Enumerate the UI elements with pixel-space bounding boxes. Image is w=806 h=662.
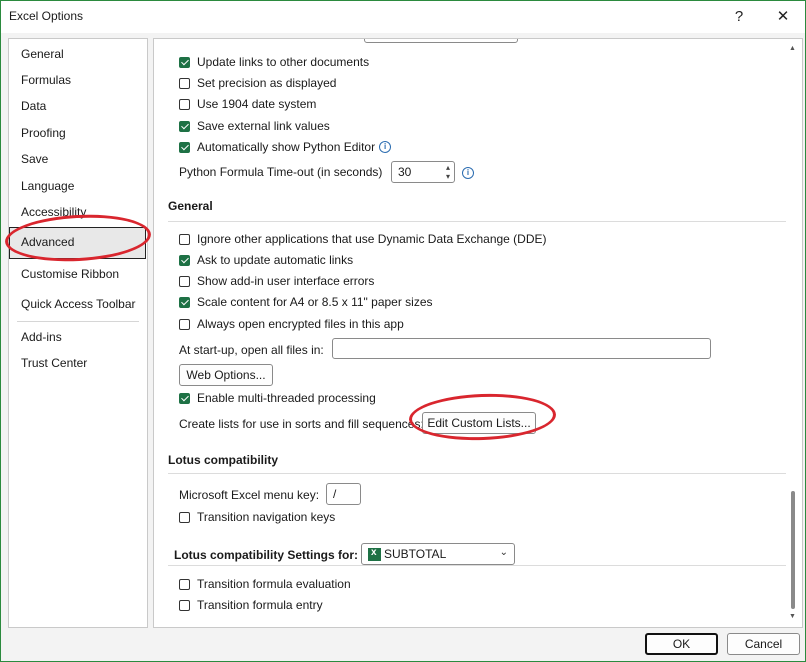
checkbox-scale-content[interactable] [179, 296, 190, 308]
option-1904-date[interactable]: Use 1904 date system [179, 95, 316, 113]
option-encrypted-files[interactable]: Always open encrypted files in this app [179, 315, 404, 333]
section-divider [168, 473, 786, 474]
startup-folder-label: At start-up, open all files in: [179, 343, 324, 357]
checkbox-update-links[interactable] [179, 56, 190, 68]
ok-button[interactable]: OK [645, 633, 718, 655]
menu-key-label: Microsoft Excel menu key: [179, 488, 320, 502]
menu-key-input[interactable]: / [326, 483, 361, 505]
excel-sheet-icon: x [368, 547, 381, 561]
option-label: Transition formula evaluation [197, 577, 351, 591]
options-nav: General Formulas Data Proofing Save Lang… [8, 38, 148, 628]
excel-options-dialog: Excel Options ? ✕ General Formulas Data … [0, 0, 806, 662]
option-label: Automatically show Python Editor [197, 140, 376, 154]
option-label: Ask to update automatic links [197, 253, 354, 267]
option-transition-nav[interactable]: Transition navigation keys [179, 508, 335, 526]
option-addin-errors[interactable]: Show add-in user interface errors [179, 272, 374, 290]
lotus-sheet-value: SUBTOTAL [384, 547, 447, 561]
option-transition-formula-eval[interactable]: Transition formula evaluation [179, 575, 351, 593]
nav-item-trust-center[interactable]: Trust Center [21, 356, 87, 370]
checkbox-encrypted-files[interactable] [179, 318, 190, 330]
option-label: Ignore other applications that use Dynam… [197, 232, 547, 246]
chevron-down-icon[interactable]: ⌄ [500, 547, 508, 558]
option-label: Use 1904 date system [197, 97, 317, 111]
option-label: Transition navigation keys [197, 510, 336, 524]
option-ignore-dde[interactable]: Ignore other applications that use Dynam… [179, 230, 547, 248]
nav-item-language[interactable]: Language [21, 179, 74, 193]
help-icon[interactable]: ? [727, 5, 751, 29]
python-timeout-row: Python Formula Time-out (in seconds) [179, 163, 382, 181]
section-heading-general: General [168, 199, 213, 213]
section-heading-lotus: Lotus compatibility [168, 453, 279, 467]
section-divider [168, 565, 786, 566]
option-update-links[interactable]: Update links to other documents [179, 53, 369, 71]
checkbox-set-precision[interactable] [179, 77, 190, 89]
python-timeout-label: Python Formula Time-out (in seconds) [179, 165, 383, 179]
option-python-editor[interactable]: Automatically show Python Editor i [179, 138, 392, 156]
section-divider [168, 221, 786, 222]
nav-item-formulas[interactable]: Formulas [21, 73, 71, 87]
option-label: Scale content for A4 or 8.5 x 11" paper … [197, 295, 433, 309]
nav-item-proofing[interactable]: Proofing [21, 126, 66, 140]
custom-lists-label: Create lists for use in sorts and fill s… [179, 417, 424, 431]
spinner-arrows-icon[interactable]: ▴ ▾ [446, 163, 450, 181]
option-set-precision[interactable]: Set precision as displayed [179, 74, 336, 92]
cancel-button[interactable]: Cancel [727, 633, 800, 655]
option-save-external-links[interactable]: Save external link values [179, 117, 330, 135]
nav-item-data[interactable]: Data [21, 99, 46, 113]
checkbox-transition-formula-eval[interactable] [179, 578, 190, 590]
option-transition-formula-entry[interactable]: Transition formula entry [179, 596, 323, 614]
advanced-options-panel: Update links to other documents Set prec… [153, 38, 803, 628]
scroll-up-icon[interactable]: ▲ [789, 45, 796, 52]
nav-item-save[interactable]: Save [21, 152, 48, 166]
checkbox-ask-update-links[interactable] [179, 254, 190, 266]
nav-divider [17, 321, 139, 322]
checkbox-addin-errors[interactable] [179, 275, 190, 287]
python-timeout-spinner[interactable]: 30 ▴ ▾ [391, 161, 455, 183]
startup-folder-input[interactable] [332, 338, 711, 359]
checkbox-python-editor[interactable] [179, 141, 190, 153]
checkbox-ignore-dde[interactable] [179, 233, 190, 245]
info-icon[interactable]: i [462, 167, 474, 179]
content-scrollbar[interactable]: ▲ ▼ [786, 39, 800, 625]
scroll-down-icon[interactable]: ▼ [789, 613, 796, 620]
python-timeout-value: 30 [398, 165, 412, 179]
close-icon[interactable]: ✕ [771, 5, 795, 29]
nav-item-quick-access-toolbar[interactable]: Quick Access Toolbar [21, 297, 136, 311]
window-title: Excel Options [9, 9, 84, 23]
option-label: Set precision as displayed [197, 76, 337, 90]
nav-item-general[interactable]: General [21, 47, 64, 61]
section-heading-lotus-settings: Lotus compatibility Settings for: [174, 548, 359, 562]
nav-item-customise-ribbon[interactable]: Customise Ribbon [21, 267, 119, 281]
checkbox-multithread[interactable] [179, 392, 190, 404]
option-ask-update-links[interactable]: Ask to update automatic links [179, 251, 353, 269]
clipped-dropdown-top[interactable] [364, 39, 518, 43]
option-label: Show add-in user interface errors [197, 274, 375, 288]
info-icon[interactable]: i [379, 141, 392, 153]
option-scale-content[interactable]: Scale content for A4 or 8.5 x 11" paper … [179, 293, 433, 311]
checkbox-transition-formula-entry[interactable] [179, 599, 190, 611]
web-options-button[interactable]: Web Options... [179, 364, 273, 386]
lotus-sheet-dropdown[interactable]: x SUBTOTAL ⌄ [361, 543, 515, 565]
option-label: Save external link values [197, 119, 330, 133]
title-bar: Excel Options ? ✕ [1, 1, 805, 33]
checkbox-1904-date[interactable] [179, 98, 190, 110]
option-label: Always open encrypted files in this app [197, 317, 404, 331]
checkbox-transition-nav[interactable] [179, 511, 190, 523]
option-label: Update links to other documents [197, 55, 370, 69]
scrollbar-thumb[interactable] [791, 491, 795, 609]
option-multithread[interactable]: Enable multi-threaded processing [179, 389, 376, 407]
nav-item-add-ins[interactable]: Add-ins [21, 330, 62, 344]
option-label: Enable multi-threaded processing [197, 391, 376, 405]
option-label: Transition formula entry [197, 598, 323, 612]
checkbox-save-external-links[interactable] [179, 120, 190, 132]
